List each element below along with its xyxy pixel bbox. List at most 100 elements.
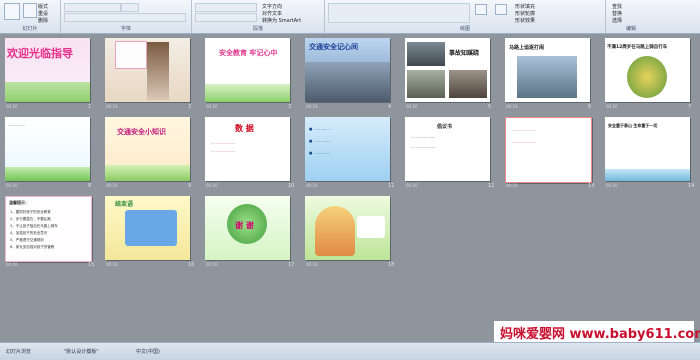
slide-timing: 00:10 xyxy=(106,104,118,109)
slide-decoration xyxy=(5,82,90,102)
font-name-combo[interactable] xyxy=(64,3,121,12)
view-status: 幻灯片浏览 xyxy=(6,349,32,355)
shape-outline-button[interactable]: 形状轮廓 xyxy=(515,10,535,17)
slide-title: 交通安全记心间 xyxy=(309,43,358,51)
theme-status: "默认设计模板" xyxy=(64,349,99,355)
slide-timing: 00:10 xyxy=(306,104,318,109)
slide-thumbnail-6[interactable]: 马路上追逐打闹 xyxy=(505,38,590,102)
slide-title: 数 据 xyxy=(235,124,254,133)
find-button[interactable]: 查找 xyxy=(612,3,622,10)
slide-text: 4、加强孩子的安全意识 xyxy=(10,231,48,235)
slide-sorter-canvas: 欢迎光临指导 1 00:10 2 00:10 安全教育 牢记心中 3 00:10… xyxy=(0,34,700,342)
status-bar: 幻灯片浏览 "默认设计模板" 中文(中国) xyxy=(0,342,700,360)
shape-fill-button[interactable]: 形状填充 xyxy=(515,3,535,10)
slide-thumbnail-11[interactable]: ■ …………… ■ …………… ■ …………… xyxy=(305,117,390,181)
text-direction-button[interactable]: 文字方向 xyxy=(262,3,282,10)
slide-timing: 00:10 xyxy=(206,183,218,188)
slide-text: ■ …………… xyxy=(309,139,331,143)
slide-textbox xyxy=(125,210,177,246)
slide-text: ………………… xyxy=(211,149,236,153)
slide-thumbnail-7[interactable]: 不满12周岁在马路上骑自行车 xyxy=(605,38,690,102)
slide-thumbnail-1[interactable]: 欢迎光临指导 xyxy=(5,38,90,102)
slide-text: …………… xyxy=(8,123,26,127)
slide-thumbnail-17[interactable]: 谢 谢 xyxy=(205,196,290,260)
slide-timing: 00:10 xyxy=(206,262,218,267)
ribbon-group-paragraph: 文字方向 对齐文本 转换为 SmartArt 段落 xyxy=(192,0,325,33)
slide-title: 谢 谢 xyxy=(235,221,254,230)
slide-thumbnail-8[interactable]: …………… xyxy=(5,117,90,181)
slide-text: ………………… xyxy=(411,135,436,139)
slide-timing: 00:10 xyxy=(106,262,118,267)
watermark-banner: 妈咪爱婴网 www.baby611.com xyxy=(494,321,700,342)
slide-timing: 00:10 xyxy=(406,104,418,109)
slide-thumbnail-16[interactable]: 结束语 xyxy=(105,196,190,260)
slide-thumbnail-15[interactable]: 温馨提示： 1、要抓好孩子的安全教育 2、步行要靠右，不要乱跑 3、不让孩子独自… xyxy=(5,196,92,262)
slide-title: 交通安全小知识 xyxy=(117,128,166,136)
slide-number: 1 xyxy=(88,104,92,110)
layout-button[interactable]: 版式 xyxy=(38,3,48,10)
slide-number: 4 xyxy=(388,104,392,110)
slide-timing: 00:10 xyxy=(606,104,618,109)
slide-thumbnail-4[interactable]: 交通安全记心间 xyxy=(305,38,390,102)
align-text-button[interactable]: 对齐文本 xyxy=(262,10,282,17)
slide-thumbnail-12[interactable]: 倡议书 ………………… ………………… xyxy=(405,117,490,181)
new-slide-button[interactable] xyxy=(23,3,37,18)
slide-timing: 00:10 xyxy=(506,183,518,188)
ribbon-group-editing: 查找 替换 选择 编辑 xyxy=(606,0,656,33)
slide-title: 安全重于泰山 生命重于一切 xyxy=(608,123,658,128)
shape-effect-button[interactable]: 形状效果 xyxy=(515,17,535,24)
slide-image xyxy=(517,56,577,98)
shapes-gallery[interactable] xyxy=(328,3,470,23)
delete-button[interactable]: 删除 xyxy=(38,17,48,24)
ribbon-group-font: 字体 xyxy=(61,0,192,33)
slide-image xyxy=(147,42,169,100)
slide-text: 3、不让孩子独自在马路上骑车 xyxy=(10,224,58,228)
slide-number: 14 xyxy=(688,183,695,189)
slide-image xyxy=(407,70,445,98)
slide-number: 2 xyxy=(188,104,192,110)
slide-number: 3 xyxy=(288,104,292,110)
ribbon-group-label: 段落 xyxy=(252,26,263,32)
mushroom-image xyxy=(315,206,355,256)
list-buttons[interactable] xyxy=(195,3,257,12)
slide-thumbnail-10[interactable]: 数 据 ………………… ………………… xyxy=(205,117,290,181)
paste-button[interactable] xyxy=(4,3,20,20)
slide-text: ………………… xyxy=(411,145,436,149)
slide-thumbnail-18[interactable] xyxy=(305,196,390,260)
slide-decoration xyxy=(205,84,290,102)
slide-number: 13 xyxy=(588,183,595,189)
slide-textbox xyxy=(357,216,385,238)
ribbon-group-label: 字体 xyxy=(120,26,131,32)
align-buttons[interactable] xyxy=(195,13,257,22)
ribbon-group-slides: 版式 重设 删除 幻灯片 xyxy=(0,0,61,33)
slide-text: ■ …………… xyxy=(309,127,331,131)
slide-title: 结束语 xyxy=(115,201,134,208)
slide-thumbnail-5[interactable]: 事故知蹊跷 xyxy=(405,38,490,102)
slide-number: 11 xyxy=(388,183,395,189)
slide-number: 10 xyxy=(288,183,295,189)
slide-timing: 00:10 xyxy=(506,104,518,109)
slide-number: 9 xyxy=(188,183,192,189)
slide-thumbnail-3[interactable]: 安全教育 牢记心中 xyxy=(205,38,290,102)
font-size-combo[interactable] xyxy=(121,3,139,12)
slide-timing: 00:10 xyxy=(106,183,118,188)
slide-thumbnail-14[interactable]: 安全重于泰山 生命重于一切 xyxy=(605,117,690,181)
slide-timing: 00:10 xyxy=(306,262,318,267)
replace-button[interactable]: 替换 xyxy=(612,10,622,17)
slide-timing: 00:10 xyxy=(6,262,18,267)
slide-thumbnail-13[interactable]: ………………… ………………… xyxy=(505,117,592,183)
slide-text: 1、要抓好孩子的安全教育 xyxy=(10,210,51,214)
reset-button[interactable]: 重设 xyxy=(38,10,48,17)
slide-title: 温馨提示： xyxy=(9,200,29,205)
quick-styles-button[interactable] xyxy=(495,4,507,15)
slide-thumbnail-9[interactable]: 交通安全小知识 xyxy=(105,117,190,181)
select-button[interactable]: 选择 xyxy=(612,17,622,24)
slide-thumbnail-2[interactable] xyxy=(105,38,190,102)
slide-timing: 00:10 xyxy=(606,183,618,188)
smartart-button[interactable]: 转换为 SmartArt xyxy=(262,17,301,24)
slide-text: 2、步行要靠右，不要乱跑 xyxy=(10,217,51,221)
arrange-button[interactable] xyxy=(475,4,487,15)
slide-number: 16 xyxy=(188,262,195,268)
slide-text: ………………… xyxy=(512,140,537,144)
font-format-buttons[interactable] xyxy=(64,13,186,22)
